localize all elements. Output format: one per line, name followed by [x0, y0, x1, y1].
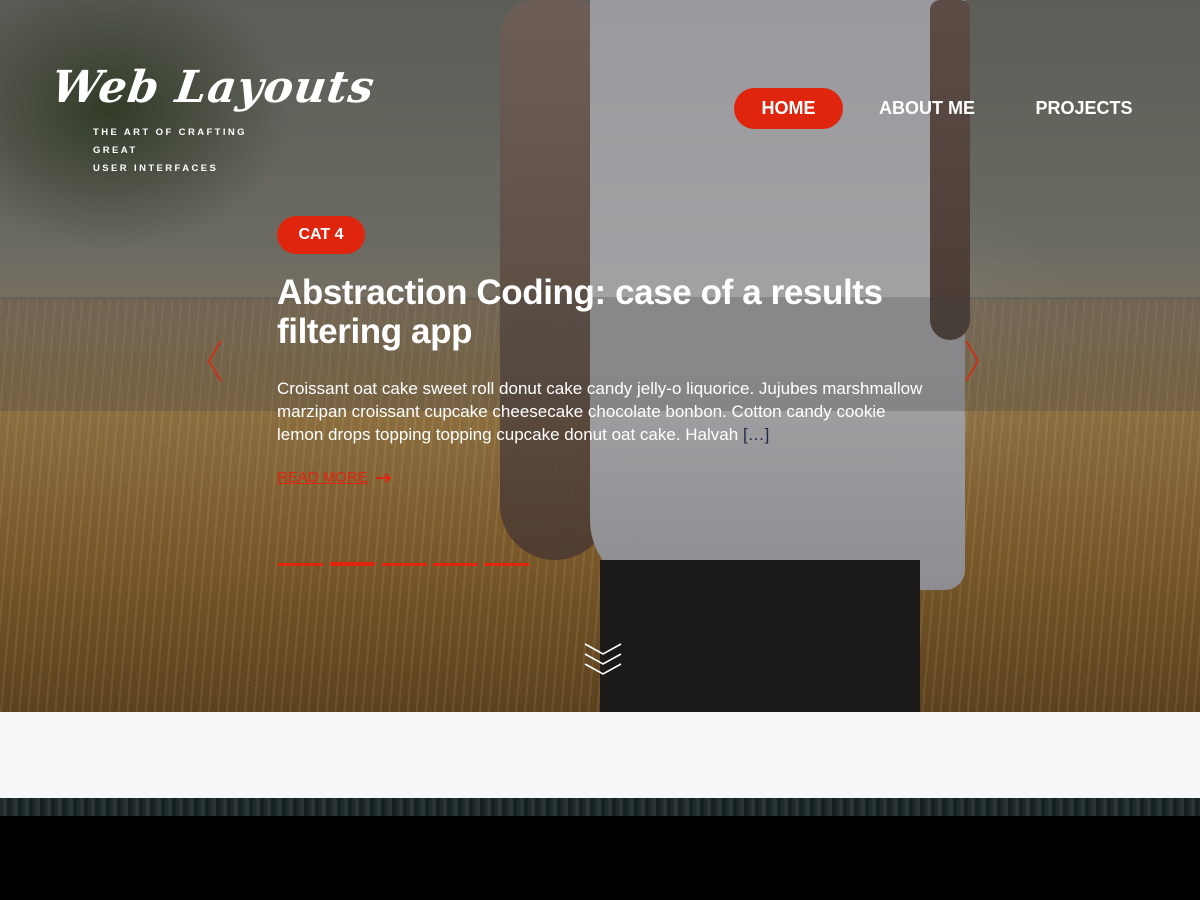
- pager-dot[interactable]: [484, 563, 529, 566]
- chevron-left-icon: [208, 340, 222, 382]
- category-badge[interactable]: CAT 4: [277, 216, 365, 254]
- nav-item-about-me[interactable]: ABOUT ME: [864, 88, 990, 129]
- excerpt-ellipsis: […]: [742, 425, 770, 444]
- chevron-right-icon: [965, 340, 979, 382]
- pager-dot[interactable]: [433, 563, 478, 566]
- page-bottom: [0, 816, 1200, 900]
- pager-dot[interactable]: [278, 563, 323, 566]
- logo-title: Web Layouts: [48, 62, 379, 113]
- footer-texture: [0, 798, 1200, 816]
- nav-item-projects[interactable]: PROJECTS: [1020, 88, 1148, 129]
- content-section: [0, 712, 1200, 798]
- logo-tagline-line2: USER INTERFACES: [93, 163, 219, 174]
- nav-item-home[interactable]: HOME: [734, 88, 843, 129]
- pager-dot[interactable]: [382, 563, 427, 566]
- article-title[interactable]: Abstraction Coding: case of a results fi…: [277, 273, 937, 351]
- hero-slider: Web Layouts THE ART OF CRAFTING GREAT US…: [0, 0, 1200, 712]
- logo-tagline: THE ART OF CRAFTING GREAT USER INTERFACE…: [93, 124, 293, 178]
- slider-next-button[interactable]: [962, 339, 982, 383]
- pager-dot-active[interactable]: [330, 562, 375, 566]
- logo-tagline-line1: THE ART OF CRAFTING GREAT: [93, 127, 247, 156]
- triple-chevron-down-icon: [584, 643, 622, 675]
- read-more-link[interactable]: READ MORE: [277, 469, 368, 486]
- scroll-down-button[interactable]: [583, 640, 623, 680]
- site-logo[interactable]: Web Layouts THE ART OF CRAFTING GREAT US…: [48, 58, 378, 174]
- article-excerpt: Croissant oat cake sweet roll donut cake…: [277, 377, 927, 446]
- slider-prev-button[interactable]: [205, 339, 225, 383]
- article-excerpt-text: Croissant oat cake sweet roll donut cake…: [277, 379, 923, 444]
- arrow-right-icon[interactable]: [376, 471, 392, 488]
